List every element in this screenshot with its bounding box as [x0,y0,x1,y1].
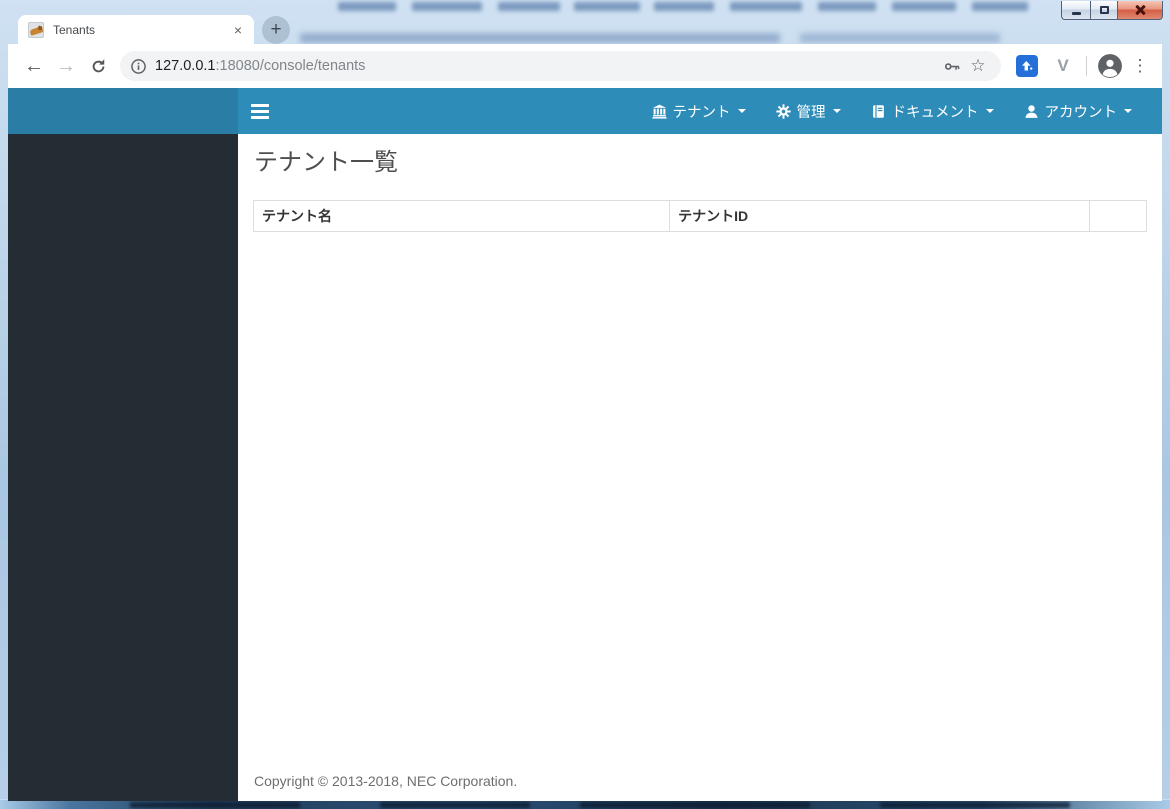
url-path: :18080/console/tenants [215,58,366,74]
glass-artifact [498,2,560,11]
extension-vue-button[interactable]: V [1052,55,1074,77]
glass-artifact [654,2,714,11]
window-close-button[interactable] [1118,1,1163,20]
sidebar-toggle-button[interactable] [238,88,282,134]
copyright-footer: Copyright © 2013-2018, NEC Corporation. [254,773,518,789]
page-viewport: テナント 管理 ドキュメント アカウント テナント一覧 テナント名 テナントID… [8,88,1162,801]
window-maximize-button[interactable] [1090,1,1118,20]
back-icon: ← [24,55,44,77]
nav-item-label: テナント [672,104,731,121]
navbar-main: テナント 管理 ドキュメント アカウント [238,88,1162,134]
forward-button[interactable]: → [52,52,80,80]
extension-upload-button[interactable] [1016,55,1038,77]
glass-artifact [338,2,396,11]
glass-artifact [380,802,530,808]
tab-favicon-icon [28,21,44,38]
back-button[interactable]: ← [20,52,48,80]
nav-item-label: ドキュメント [891,104,979,121]
nav-item-label: 管理 [796,104,826,121]
up-arrow-icon [1022,61,1033,71]
glass-artifact [818,2,876,11]
app-navbar: テナント 管理 ドキュメント アカウント [8,88,1162,134]
glass-artifact [730,2,802,11]
tab-close-button[interactable]: × [230,21,246,39]
glass-artifact [574,2,640,11]
browser-toolbar: ← → 127.0.0.1:18080/console/tenants ☆ V … [8,44,1162,88]
close-icon [1134,4,1146,16]
tab-title: Tenants [53,22,96,37]
column-tenant-id: テナントID [669,200,1090,233]
url-text[interactable]: 127.0.0.1:18080/console/tenants [155,58,939,74]
glass-artifact [880,802,1070,808]
column-actions [1088,200,1148,233]
desktop-screen: Tenants × + ← → 127.0.0.1:18080/console/… [0,0,1170,809]
glass-artifact [892,2,956,11]
column-tenant-name: テナント名 [252,200,671,233]
navbar-logo-area [8,88,238,134]
reload-icon [92,58,104,72]
nav-item-document[interactable]: ドキュメント [856,88,1009,134]
profile-avatar-button[interactable] [1098,54,1122,78]
bookmark-star-icon: ☆ [970,56,986,75]
glass-artifact [972,2,1028,11]
browser-tab[interactable]: Tenants × [18,15,254,44]
window-controls [1061,1,1163,20]
hamburger-icon [251,103,269,107]
main-content: テナント一覧 テナント名 テナントID Copyright © 2013-201… [238,134,1162,801]
caret-down-icon [832,109,841,113]
address-bar[interactable]: 127.0.0.1:18080/console/tenants ☆ [120,51,1001,81]
glass-artifact [412,2,482,11]
password-key-button[interactable] [939,53,965,79]
nav-item-admin[interactable]: 管理 [761,88,856,134]
key-icon [944,62,959,70]
maximize-icon [1099,6,1109,14]
table-header-row: テナント名 テナントID [252,200,1148,233]
nav-item-tenant[interactable]: テナント [637,88,761,134]
user-avatar-icon [1098,54,1122,78]
toolbar-separator [1086,56,1087,76]
user-icon [1024,104,1039,119]
caret-down-icon [985,109,994,113]
bookmark-button[interactable]: ☆ [965,53,991,79]
reload-button[interactable] [84,52,112,80]
nav-item-account[interactable]: アカウント [1009,88,1148,134]
browser-menu-button[interactable]: ⋮ [1128,54,1152,78]
glass-artifact [800,33,1000,43]
window-minimize-button[interactable] [1061,1,1090,20]
glass-artifact [130,802,300,808]
minimize-icon [1071,11,1081,15]
url-host: 127.0.0.1 [155,58,216,74]
book-icon [871,104,886,119]
new-tab-button[interactable]: + [262,16,290,44]
nav-item-label: アカウント [1044,104,1118,121]
gear-icon [775,103,791,119]
page-title: テナント一覧 [254,149,398,176]
info-icon[interactable] [130,58,147,75]
forward-icon: → [56,55,76,77]
app-sidebar [8,134,238,801]
caret-down-icon [737,109,746,113]
nav-menu: テナント 管理 ドキュメント アカウント [637,88,1163,134]
caret-down-icon [1124,109,1132,113]
tenants-table: テナント名 テナントID [252,200,1148,233]
bank-icon [651,104,667,119]
glass-artifact [580,802,810,808]
glass-artifact [300,33,780,43]
v-icon: V [1057,56,1069,75]
